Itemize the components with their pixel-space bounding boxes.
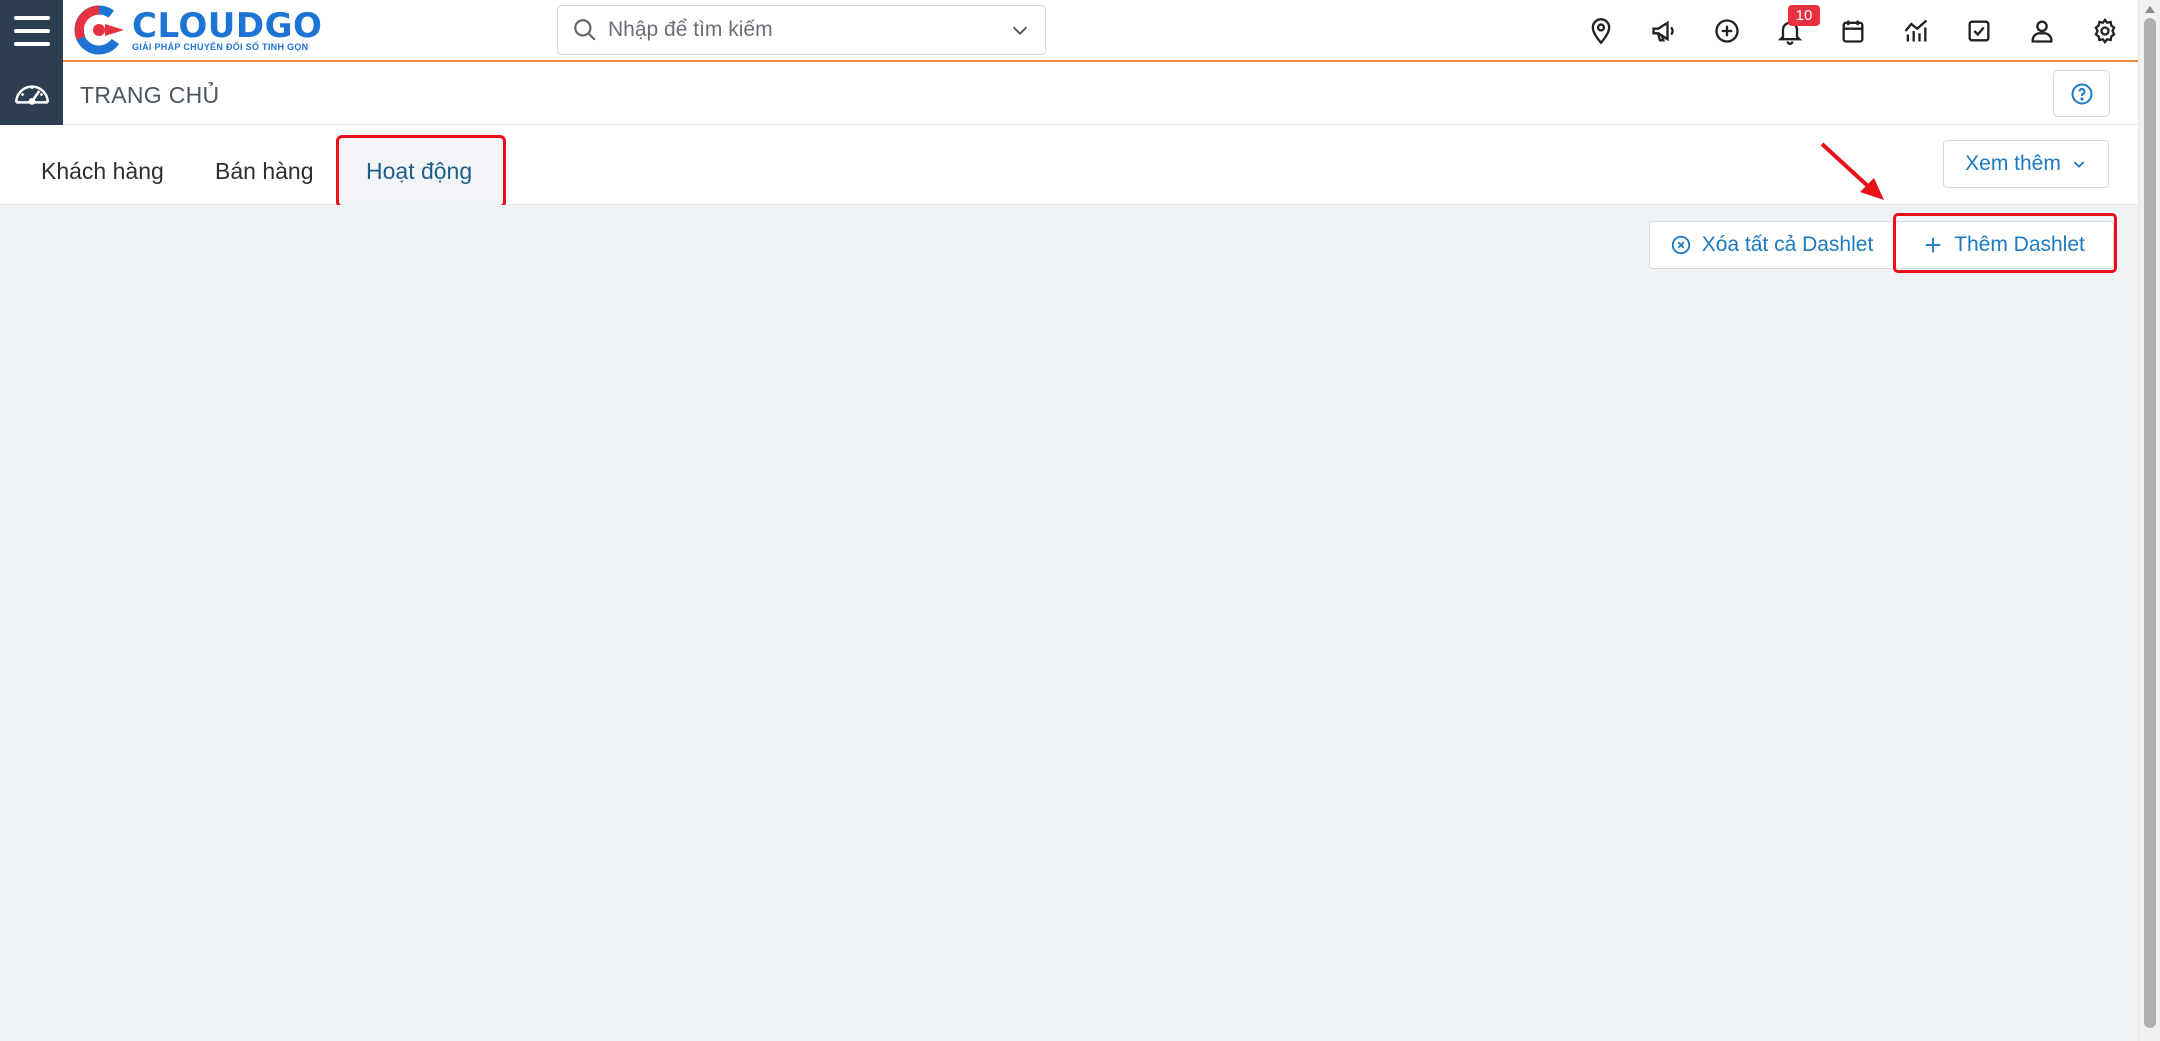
- tab-khach-hang[interactable]: Khách hàng: [41, 158, 164, 185]
- app-tagline: GIẢI PHÁP CHUYỂN ĐỔI SỐ TINH GỌN: [132, 42, 309, 52]
- clear-all-label: Xóa tất cả Dashlet: [1701, 233, 1874, 256]
- gear-icon[interactable]: [2087, 13, 2123, 49]
- search-icon: [574, 19, 596, 41]
- app-logo[interactable]: CLOUDGO GIẢI PHÁP CHUYỂN ĐỔI SỐ TINH GỌN: [72, 2, 322, 58]
- add-dashlet-button[interactable]: Thêm Dashlet: [1894, 221, 2114, 269]
- breadcrumb: TRANG CHỦ: [0, 62, 2138, 125]
- notification-badge: 10: [1788, 5, 1820, 26]
- scroll-up-icon[interactable]: [2145, 6, 2155, 13]
- close-circle-icon: [1671, 235, 1690, 255]
- plus-icon: [1925, 237, 1941, 253]
- checkbox-icon[interactable]: [1961, 13, 1997, 49]
- help-button[interactable]: [2053, 70, 2110, 117]
- page-title: TRANG CHỦ: [80, 82, 220, 108]
- dashboard-icon[interactable]: [0, 62, 63, 125]
- page-scrollbar[interactable]: [2138, 0, 2160, 1041]
- app-name: CLOUDGO: [132, 6, 323, 46]
- chart-icon[interactable]: [1898, 13, 1934, 49]
- clear-all-dashlets-button[interactable]: Xóa tất cả Dashlet: [1649, 221, 1894, 269]
- more-label: Xem thêm: [1965, 152, 2061, 175]
- tab-ban-hang[interactable]: Bán hàng: [215, 158, 313, 185]
- tab-bar: Khách hàng Bán hàng Hoạt động Xem thêm: [0, 125, 2138, 208]
- menu-icon[interactable]: [0, 0, 63, 62]
- search-box[interactable]: [557, 5, 1046, 55]
- help-icon: [2071, 83, 2092, 104]
- more-dropdown-button[interactable]: Xem thêm: [1943, 140, 2109, 188]
- calendar-icon[interactable]: [1835, 13, 1871, 49]
- scroll-thumb[interactable]: [2144, 18, 2156, 1028]
- tab-hoat-dong[interactable]: Hoạt động: [366, 158, 472, 185]
- search-input[interactable]: [608, 8, 1009, 52]
- dashlet-actions: Xóa tất cả Dashlet Thêm Dashlet: [1649, 221, 2114, 269]
- chevron-down-icon[interactable]: [1009, 19, 1031, 41]
- user-icon[interactable]: [2024, 13, 2060, 49]
- dashboard-content: Xóa tất cả Dashlet Thêm Dashlet: [0, 205, 2138, 1041]
- map-pin-icon[interactable]: [1583, 13, 1619, 49]
- chevron-down-icon: [2073, 161, 2085, 168]
- megaphone-icon[interactable]: [1646, 13, 1682, 49]
- cloudgo-logo-mark: [72, 4, 130, 56]
- top-navbar: CLOUDGO GIẢI PHÁP CHUYỂN ĐỔI SỐ TINH GỌN: [0, 0, 2138, 62]
- add-dashlet-label: Thêm Dashlet: [1954, 233, 2085, 256]
- plus-circle-icon[interactable]: [1709, 13, 1745, 49]
